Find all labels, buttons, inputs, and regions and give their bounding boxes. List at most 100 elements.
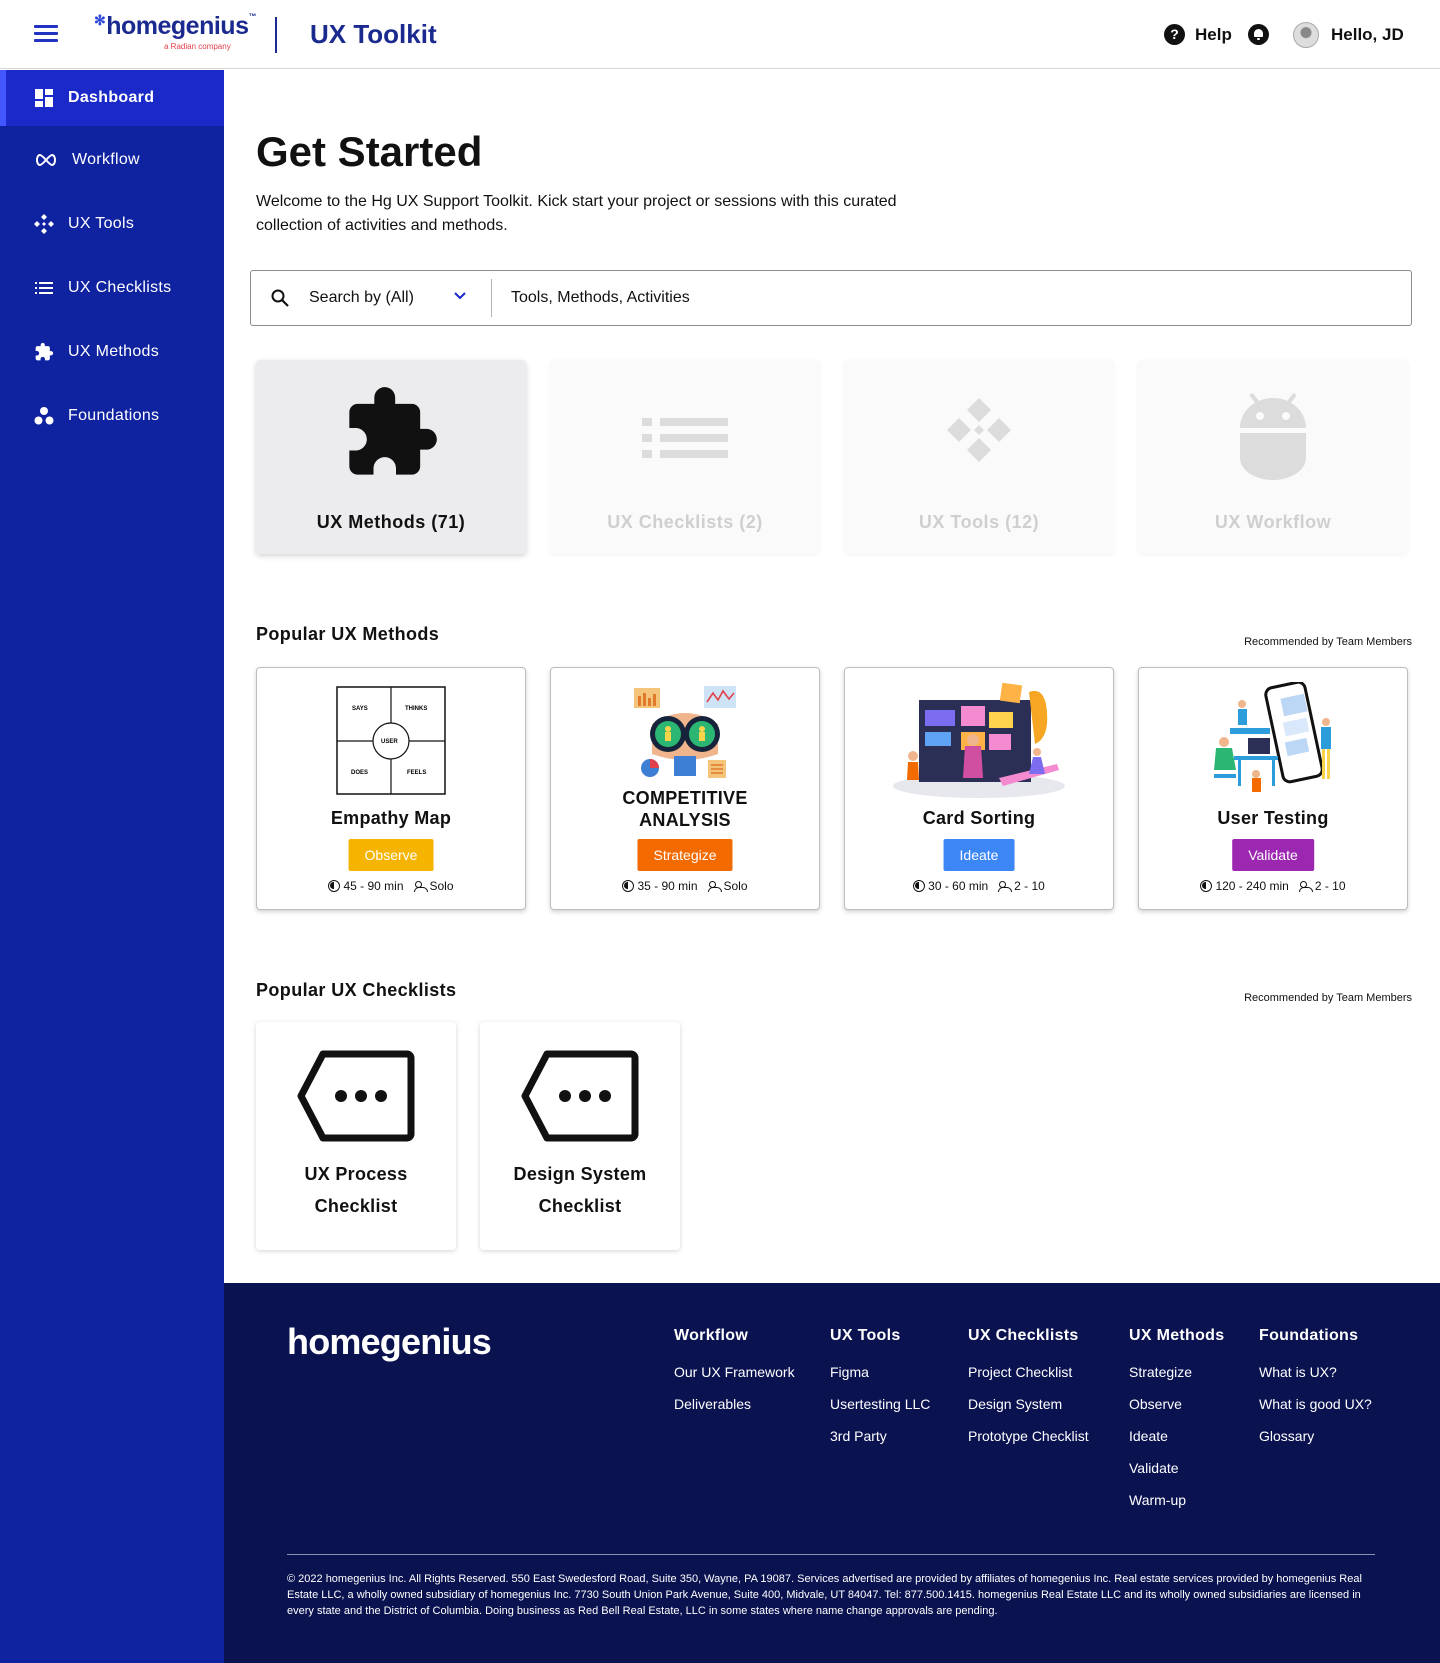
empathy-center-user: USER [381, 739, 398, 745]
footer-link[interactable]: Design System [968, 1388, 1089, 1420]
search-input[interactable] [511, 285, 1391, 311]
checklist-card-ux-process[interactable]: UX Process Checklist [256, 1022, 456, 1250]
sidebar-item-label: Foundations [68, 407, 160, 424]
checklist-card-design-system[interactable]: Design System Checklist [480, 1022, 680, 1250]
footer-column-workflow: Workflow Our UX Framework Deliverables [674, 1327, 795, 1420]
checklist-label: Design System Checklist [480, 1158, 680, 1222]
search-scope-select[interactable]: Search by (All) [309, 289, 414, 307]
infinity-icon [36, 153, 56, 167]
category-label: UX Checklists (2) [607, 512, 763, 532]
footer-link[interactable]: What is UX? [1259, 1356, 1372, 1388]
method-card-empathy-map[interactable]: SAYS THINKS DOES FEELS USER Empathy Map … [256, 667, 526, 910]
method-meta: 35 - 90 min Solo [551, 879, 819, 893]
footer-divider [287, 1554, 1375, 1555]
method-duration: 35 - 90 min [637, 879, 698, 893]
method-meta: 45 - 90 min Solo [257, 879, 525, 893]
popular-checklists-note: Recommended by Team Members [1244, 992, 1412, 1004]
search-bar: Search by (All) [250, 270, 1412, 326]
method-duration: 45 - 90 min [343, 879, 404, 893]
sidebar-item-label: UX Methods [68, 343, 160, 360]
intro-text: Welcome to the Hg UX Support Toolkit. Ki… [256, 193, 897, 234]
category-card-ux-methods[interactable]: UX Methods (71) [256, 360, 526, 554]
help-button[interactable]: ? Help [1164, 24, 1232, 45]
footer-link[interactable]: Project Checklist [968, 1356, 1089, 1388]
notification-bell-icon[interactable] [1248, 24, 1269, 45]
footer-column-ux-methods: UX Methods Strategize Observe Ideate Val… [1129, 1327, 1224, 1516]
method-meta: 120 - 240 min 2 - 10 [1139, 879, 1407, 893]
checklist-label-line1: Design System [513, 1164, 647, 1184]
footer-link[interactable]: Ideate [1129, 1420, 1224, 1452]
list-icon [642, 418, 728, 458]
category-card-ux-tools[interactable]: UX Tools (12) [844, 360, 1114, 554]
checklist-label: UX Process Checklist [256, 1158, 456, 1222]
android-icon [1240, 392, 1306, 480]
search-icon[interactable] [271, 289, 289, 307]
sidebar-item-ux-checklists[interactable]: UX Checklists [0, 260, 224, 316]
footer-logo[interactable]: homegenius [287, 1321, 492, 1363]
sidebar: Dashboard Workflow UX Tools UX Checklist… [0, 70, 224, 1663]
footer-link[interactable]: Usertesting LLC [830, 1388, 930, 1420]
homegenius-logo[interactable]: ✻homegenius™ a Radian company [94, 12, 256, 54]
sidebar-item-foundations[interactable]: Foundations [0, 388, 224, 444]
empathy-quadrant-does: DOES [351, 770, 368, 776]
sidebar-item-ux-methods[interactable]: UX Methods [0, 324, 224, 380]
empathy-quadrant-thinks: THINKS [405, 706, 427, 712]
popular-checklists-title: Popular UX Checklists [256, 980, 457, 1000]
method-tag-observe[interactable]: Observe [348, 839, 434, 871]
sidebar-item-workflow[interactable]: Workflow [0, 132, 224, 188]
method-tag-strategize[interactable]: Strategize [637, 839, 733, 871]
method-card-user-testing[interactable]: User Testing Validate 120 - 240 min 2 - … [1138, 667, 1408, 910]
avatar [1293, 22, 1319, 48]
category-label: UX Methods (71) [316, 512, 466, 532]
list-icon [35, 282, 53, 294]
checklist-label-line1: UX Process [304, 1164, 408, 1184]
empathy-quadrant-says: SAYS [352, 706, 368, 712]
footer-link[interactable]: What is good UX? [1259, 1388, 1372, 1420]
user-testing-illustration [1214, 682, 1331, 792]
sidebar-item-ux-tools[interactable]: UX Tools [0, 196, 224, 252]
method-people: 2 - 10 [1314, 879, 1346, 893]
footer-link[interactable]: Deliverables [674, 1388, 795, 1420]
footer-column-title: Workflow [674, 1327, 749, 1344]
popular-methods-title: Popular UX Methods [256, 624, 440, 644]
search-divider [491, 279, 492, 317]
method-meta: 30 - 60 min 2 - 10 [845, 879, 1113, 893]
sidebar-item-label: Workflow [72, 151, 140, 168]
method-name-line2: ANALYSIS [639, 810, 731, 830]
footer-link[interactable]: 3rd Party [830, 1420, 930, 1452]
footer-link[interactable]: Prototype Checklist [968, 1420, 1089, 1452]
method-card-card-sorting[interactable]: Card Sorting Ideate 30 - 60 min 2 - 10 [844, 667, 1114, 910]
chevron-down-icon[interactable] [453, 289, 467, 303]
three-dots-icon [34, 407, 54, 425]
logo-subtitle: a Radian company [164, 42, 231, 51]
footer-link[interactable]: Our UX Framework [674, 1356, 795, 1388]
label-tag-icon [297, 1050, 415, 1142]
footer-column-title: UX Tools [830, 1327, 901, 1344]
hamburger-menu-icon[interactable] [34, 25, 58, 43]
clock-icon [622, 880, 635, 892]
method-name: Card Sorting [922, 808, 1036, 828]
footer-link[interactable]: Observe [1129, 1388, 1224, 1420]
footer-link[interactable]: Glossary [1259, 1420, 1372, 1452]
diamond-dots-icon [34, 214, 54, 234]
category-label: UX Tools (12) [918, 512, 1040, 532]
user-menu[interactable]: Hello, JD [1293, 22, 1404, 48]
sidebar-item-dashboard[interactable]: Dashboard [0, 70, 224, 126]
footer-link[interactable]: Warm-up [1129, 1484, 1224, 1516]
footer-link[interactable]: Validate [1129, 1452, 1224, 1484]
method-duration: 120 - 240 min [1215, 879, 1289, 893]
footer-link[interactable]: Figma [830, 1356, 930, 1388]
puzzle-icon [35, 342, 54, 361]
empathy-map-illustration: SAYS THINKS DOES FEELS USER [336, 686, 446, 795]
method-name: User Testing [1217, 808, 1329, 828]
help-label: Help [1195, 24, 1232, 44]
method-tag-ideate[interactable]: Ideate [943, 839, 1015, 871]
diamond-dots-icon [947, 398, 1011, 462]
checklist-label-line2: Checklist [538, 1196, 622, 1216]
method-tag-validate[interactable]: Validate [1232, 839, 1314, 871]
category-card-ux-checklists[interactable]: UX Checklists (2) [550, 360, 820, 554]
category-card-ux-workflow[interactable]: UX Workflow [1138, 360, 1408, 554]
method-card-competitive-analysis[interactable]: COMPETITIVE ANALYSIS Strategize 35 - 90 … [550, 667, 820, 910]
popular-methods-note: Recommended by Team Members [1244, 636, 1412, 648]
footer-link[interactable]: Strategize [1129, 1356, 1224, 1388]
